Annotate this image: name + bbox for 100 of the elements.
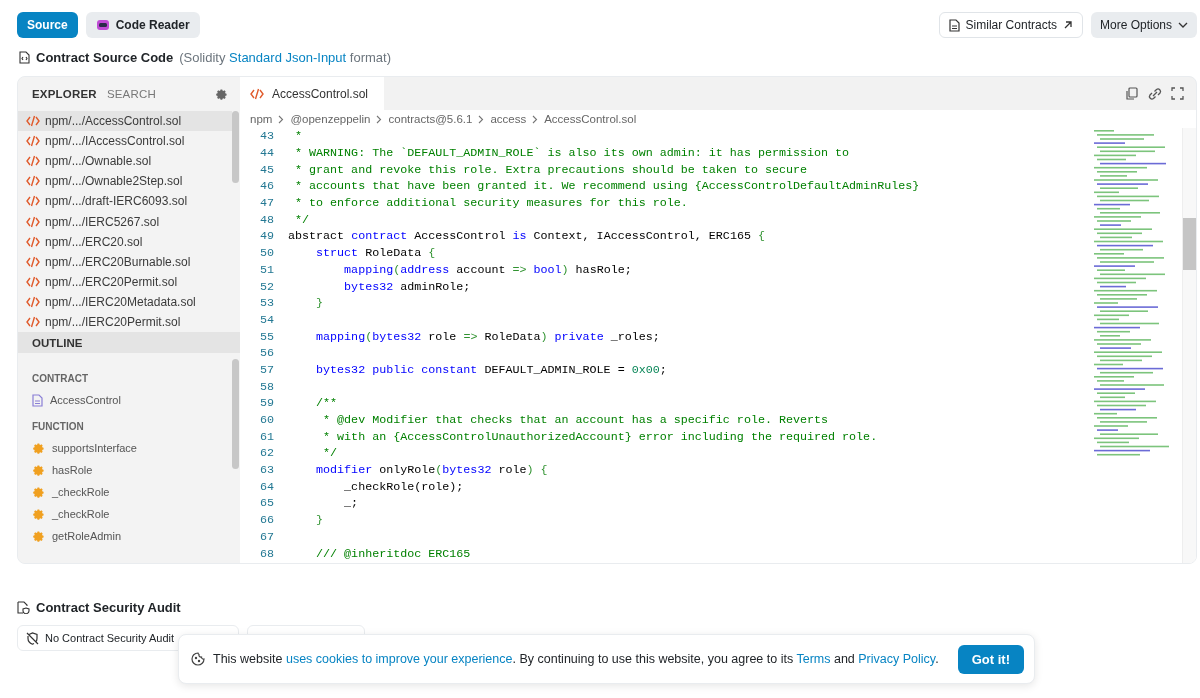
code-file-icon <box>26 195 40 208</box>
scrollbar-thumb[interactable] <box>1183 218 1196 270</box>
file-name: npm/.../draft-IERC6093.sol <box>45 194 188 209</box>
line-number: 64 <box>258 479 275 494</box>
cookie-icon <box>191 652 205 666</box>
source-tab[interactable]: Source <box>17 12 78 38</box>
outline-item-label: getRoleAdmin <box>52 530 122 542</box>
copy-icon[interactable] <box>1125 86 1139 101</box>
line-number: 56 <box>258 346 275 361</box>
document-icon <box>32 393 43 407</box>
similar-contracts-button[interactable]: Similar Contracts <box>938 12 1083 38</box>
chevron-right-icon <box>376 114 383 124</box>
line-number: 59 <box>258 396 275 411</box>
file-item[interactable]: npm/.../ERC20Burnable.sol <box>18 251 232 272</box>
section-title: Contract Source Code <box>36 50 174 65</box>
line-number: 62 <box>258 446 275 461</box>
file-item[interactable]: npm/.../AccessControl.sol <box>18 111 232 132</box>
line-number: 45 <box>258 162 275 177</box>
chevron-right-icon <box>478 114 485 124</box>
outline-item[interactable]: _checkRole <box>32 481 232 503</box>
audit-title: Contract Security Audit <box>36 600 181 615</box>
file-item[interactable]: npm/.../ERC20.sol <box>18 231 232 252</box>
file-name: npm/.../ERC20Permit.sol <box>45 274 178 289</box>
sidebar-tab[interactable]: SEARCH <box>106 88 156 100</box>
chevron-down-icon <box>1178 22 1188 28</box>
outline-item[interactable]: supportsInterface <box>32 437 232 459</box>
chevron-right-icon <box>278 114 285 124</box>
outline-item[interactable]: AccessControl <box>32 389 232 411</box>
code-line: /** <box>315 396 338 411</box>
file-item[interactable]: npm/.../IERC20Permit.sol <box>18 311 232 333</box>
standard-json-link[interactable]: Standard Json-Input <box>229 50 347 65</box>
scrollbar-thumb[interactable] <box>232 359 239 469</box>
file-item[interactable]: npm/.../IAccessControl.sol <box>18 131 232 152</box>
gear-icon <box>32 529 45 543</box>
file-name: npm/.../Ownable2Step.sol <box>45 174 183 189</box>
code-file-icon <box>26 115 40 128</box>
cookie-link[interactable]: Terms <box>796 652 831 666</box>
file-item[interactable]: npm/.../IERC20Metadata.sol <box>18 291 232 312</box>
line-number: 50 <box>258 246 275 261</box>
code-line: mapping(address account => bool) hasRole; <box>343 262 632 277</box>
file-name: npm/.../IERC5267.sol <box>45 214 160 229</box>
fullscreen-icon[interactable] <box>1171 87 1184 100</box>
file-name: npm/.../IERC20Permit.sol <box>45 315 181 329</box>
line-number: 47 <box>258 196 275 211</box>
code-line: * grant and revoke this role. Extra precautions should be taken to secure <box>294 162 807 177</box>
outline-item-label: AccessControl <box>50 394 121 406</box>
breadcrumb-item[interactable]: AccessControl.sol <box>544 113 637 125</box>
line-number: 52 <box>258 279 275 294</box>
line-number: 55 <box>258 329 275 344</box>
got-it-button[interactable]: Got it! <box>957 644 1024 674</box>
code-file-icon <box>26 155 40 168</box>
chevron-right-icon <box>532 114 539 124</box>
line-number: 68 <box>258 546 275 561</box>
outline-group-heading: FUNCTION <box>32 419 85 434</box>
code-line: _; <box>343 496 359 511</box>
line-number: 49 <box>258 229 275 244</box>
code-file-icon <box>26 275 40 288</box>
code-reader-tab[interactable]: Code Reader <box>85 12 200 38</box>
outline-item[interactable]: _checkRole <box>32 503 232 525</box>
line-number: 54 <box>258 312 275 327</box>
file-name: npm/.../ERC20Burnable.sol <box>45 254 191 269</box>
code-file-icon <box>26 295 40 308</box>
code-file-icon <box>26 316 40 328</box>
code-file-icon <box>26 255 40 268</box>
shield-document-icon <box>17 601 30 614</box>
breadcrumb-item[interactable]: npm <box>250 113 273 125</box>
code-line: * accounts that have been granted it. We recommend using {AccessControlDefaultAdminRules} <box>294 179 920 194</box>
code-line: mapping(bytes32 role => RoleData) private _roles; <box>315 329 660 344</box>
outline-group-heading: CONTRACT <box>32 371 90 386</box>
gear-icon <box>32 485 45 499</box>
editor-tab[interactable]: AccessControl.sol <box>240 77 384 110</box>
code-line: modifier onlyRole(bytes32 role) { <box>315 463 548 478</box>
file-item[interactable]: npm/.../draft-IERC6093.sol <box>18 191 232 212</box>
breadcrumb-item[interactable]: contracts@5.6.1 <box>388 113 473 125</box>
cookie-notice: This website uses cookies to improve your experience. By continuing to use this website, you agree to its Terms and Privacy Policy. <box>213 652 940 666</box>
file-item[interactable]: npm/.../IERC5267.sol <box>18 211 232 232</box>
line-number: 60 <box>258 413 275 428</box>
breadcrumb-item[interactable]: @openzeppelin <box>290 113 371 125</box>
file-item[interactable]: npm/.../ERC20Permit.sol <box>18 271 232 292</box>
sidebar-tab[interactable]: EXPLORER <box>32 88 97 100</box>
file-item[interactable]: npm/.../Ownable.sol <box>18 151 232 172</box>
code-file-icon <box>26 175 40 188</box>
outline-item-label: hasRole <box>52 464 93 476</box>
breadcrumb-item[interactable]: access <box>490 113 527 125</box>
outline-item[interactable]: hasRole <box>32 459 232 481</box>
outline-item[interactable]: getRoleAdmin <box>32 525 232 547</box>
code-line: * <box>294 129 303 144</box>
scrollbar-thumb[interactable] <box>232 111 239 183</box>
code-line: bytes32 public constant DEFAULT_ADMIN_ROLE = 0x00; <box>315 362 667 377</box>
line-number: 65 <box>258 496 275 511</box>
editor-tab-label: AccessControl.sol <box>272 86 369 101</box>
file-name: npm/.../Ownable.sol <box>45 154 152 169</box>
code-line: */ <box>294 212 310 227</box>
line-number: 53 <box>258 296 275 311</box>
code-line: } <box>315 296 324 311</box>
file-item[interactable]: npm/.../Ownable2Step.sol <box>18 171 232 192</box>
more-options-button[interactable]: More Options <box>1090 12 1197 38</box>
outline-item-label: _checkRole <box>52 508 110 520</box>
link-icon[interactable] <box>1147 86 1163 101</box>
external-arrow-icon <box>1062 20 1073 30</box>
